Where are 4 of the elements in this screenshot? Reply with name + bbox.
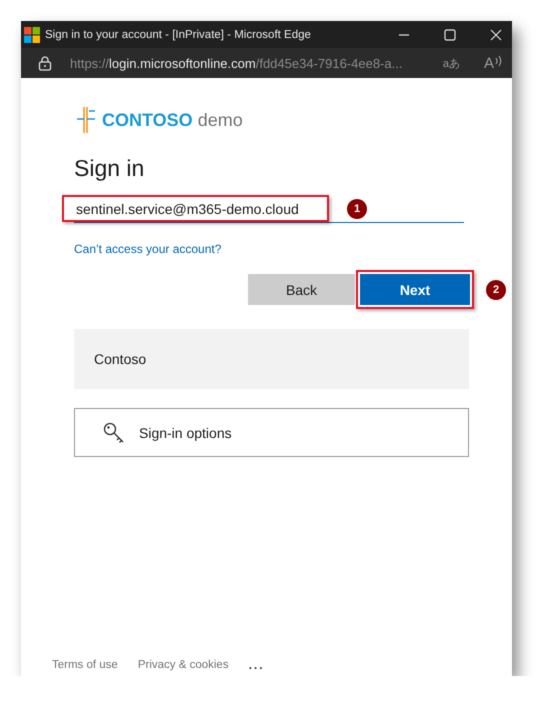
sign-in-heading: Sign in	[74, 155, 146, 182]
logo-text: CONTOSO demo	[102, 110, 243, 130]
step-badge-overlay: 2	[486, 280, 506, 300]
window-title: Sign in to your account - [InPrivate] - Microsoft Edge	[45, 28, 312, 40]
